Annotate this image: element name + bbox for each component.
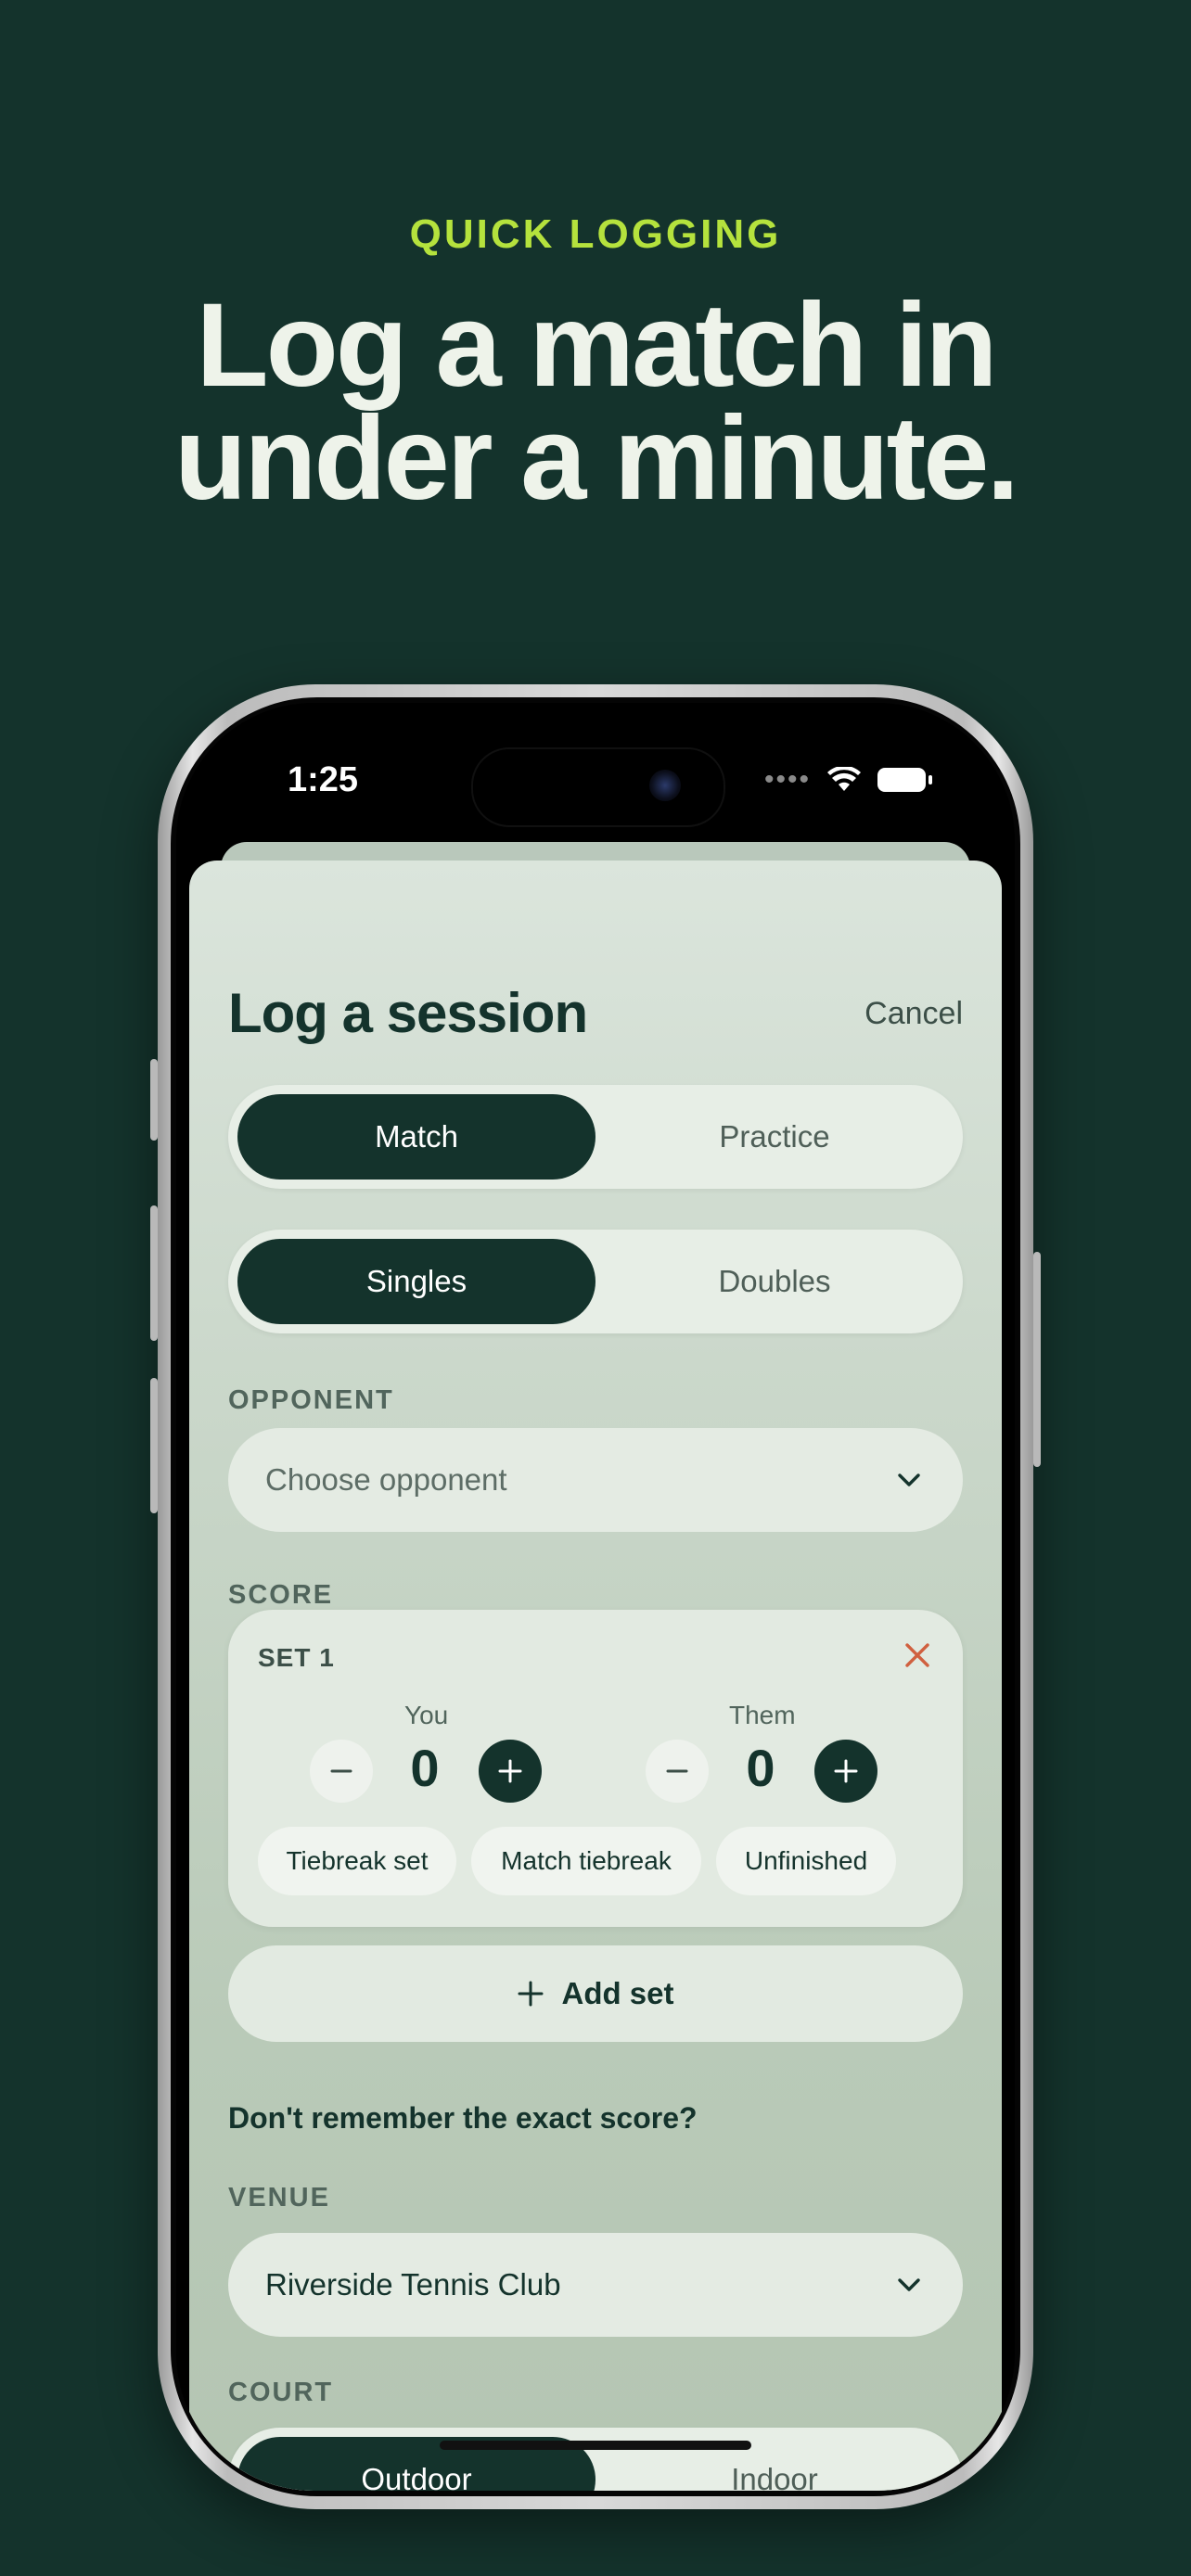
court-control: Outdoor Indoor [228, 2428, 963, 2491]
minus-icon [666, 1769, 688, 1773]
opponent-placeholder: Choose opponent [265, 1462, 507, 1497]
court-label: COURT [228, 2378, 334, 2407]
home-indicator [440, 2441, 751, 2450]
power-button [1033, 1252, 1041, 1467]
score-label: SCORE [228, 1580, 334, 1610]
match-tiebreak-chip[interactable]: Match tiebreak [471, 1827, 701, 1895]
status-time: 1:25 [288, 760, 359, 799]
add-set-button[interactable]: Add set [228, 1945, 963, 2042]
you-decrement-button[interactable] [310, 1740, 373, 1803]
you-label: You [404, 1701, 449, 1729]
plus-icon [834, 1759, 858, 1783]
segment-practice[interactable]: Practice [596, 1094, 954, 1180]
headline-line-1: Log a match in [196, 279, 997, 412]
chevron-down-icon [898, 1473, 920, 1486]
set-card: SET 1 You Them 0 0 Tiebreak set Match ti… [228, 1610, 963, 1927]
sheet-title: Log a session [228, 982, 588, 1044]
wifi-icon [827, 767, 861, 791]
action-button [150, 1059, 158, 1141]
volume-down-button [150, 1378, 158, 1513]
eyebrow-label: QUICK LOGGING [409, 211, 782, 257]
status-icons: •••• [763, 764, 932, 796]
opponent-select[interactable]: Choose opponent [228, 1428, 963, 1532]
headline: Log a match in under a minute. [0, 279, 1191, 525]
phone-screen: 1:25 •••• Log a session Cancel Match Pra… [176, 703, 1015, 2491]
you-increment-button[interactable] [479, 1740, 542, 1803]
them-increment-button[interactable] [814, 1740, 877, 1803]
cancel-button[interactable]: Cancel [864, 996, 963, 1032]
signal-dots-icon: •••• [763, 764, 811, 795]
camera-icon [649, 770, 681, 801]
session-type-control: Match Practice [228, 1085, 963, 1189]
opponent-label: OPPONENT [228, 1385, 394, 1415]
segment-singles[interactable]: Singles [237, 1239, 596, 1324]
plus-icon [498, 1759, 522, 1783]
tiebreak-set-chip[interactable]: Tiebreak set [258, 1827, 456, 1895]
plus-icon [518, 1981, 544, 2007]
volume-up-button [150, 1205, 158, 1341]
battery-icon [877, 768, 932, 792]
dynamic-island [471, 747, 725, 827]
them-decrement-button[interactable] [646, 1740, 709, 1803]
dont-remember-link[interactable]: Don't remember the exact score? [228, 2101, 698, 2136]
set-label: SET 1 [258, 1643, 335, 1672]
add-set-label: Add set [561, 1976, 674, 2010]
segment-match[interactable]: Match [237, 1094, 596, 1180]
them-label: Them [729, 1701, 796, 1729]
format-control: Singles Doubles [228, 1230, 963, 1333]
venue-value: Riverside Tennis Club [265, 2267, 561, 2302]
headline-line-2: under a minute. [174, 392, 1019, 525]
them-score: 0 [746, 1739, 775, 1797]
venue-label: VENUE [228, 2183, 330, 2213]
chevron-down-icon [898, 2278, 920, 2291]
venue-select[interactable]: Riverside Tennis Club [228, 2233, 963, 2337]
minus-icon [330, 1769, 352, 1773]
segment-doubles[interactable]: Doubles [596, 1239, 954, 1324]
remove-set-icon[interactable] [903, 1641, 931, 1669]
you-score: 0 [410, 1739, 440, 1797]
unfinished-chip[interactable]: Unfinished [716, 1827, 896, 1895]
log-session-sheet: Log a session Cancel Match Practice Sing… [189, 861, 1002, 2491]
